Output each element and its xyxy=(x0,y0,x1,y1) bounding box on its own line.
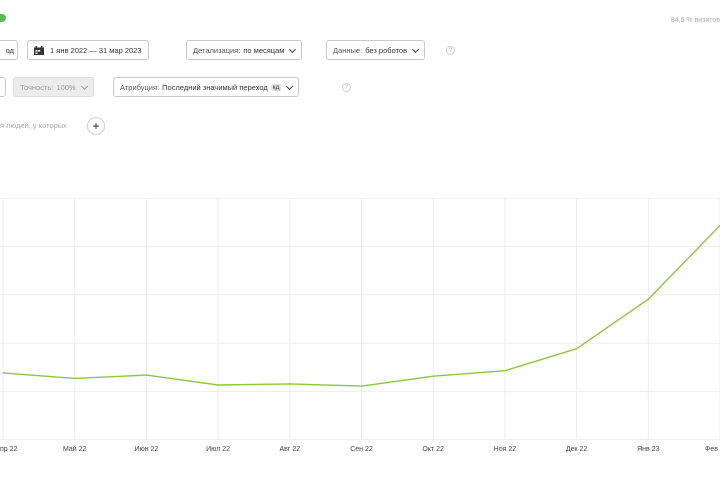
data-point xyxy=(289,383,291,385)
help-icon[interactable]: ? xyxy=(342,83,351,92)
calendar-icon xyxy=(34,45,44,55)
x-tick-label: Ноя 22 xyxy=(493,446,517,453)
period-button-label: од xyxy=(5,45,14,55)
accuracy-label: Точность: xyxy=(20,82,54,92)
x-tick-label: Июл 22 xyxy=(206,446,231,453)
data-point xyxy=(2,372,4,374)
segment-filter-text: я людей, у которых xyxy=(0,121,67,130)
help-icon[interactable]: ? xyxy=(446,46,455,55)
date-range-button[interactable]: 1 янв 2022 — 31 мар 2023 xyxy=(27,40,149,60)
chevron-down-icon xyxy=(286,82,294,90)
x-tick-label: Сен 22 xyxy=(350,446,373,453)
data-point xyxy=(504,370,506,372)
sampling-note: 84,5 % визитов xyxy=(670,17,720,24)
x-tick-label: Май 22 xyxy=(62,446,87,453)
detail-value: по месяцам xyxy=(243,45,285,55)
data-point xyxy=(145,374,147,376)
data-point xyxy=(217,384,219,386)
attribution-dropdown[interactable]: Атрибуция: Последний значимый переход кд xyxy=(113,77,300,97)
data-value: без роботов xyxy=(365,45,408,55)
data-point xyxy=(74,377,76,379)
visits-line-chart xyxy=(0,198,720,440)
add-condition-button[interactable]: + xyxy=(87,117,105,135)
x-tick-label: Дек 22 xyxy=(565,446,588,453)
x-tick-label: Фев xyxy=(705,446,718,453)
x-tick-label: Окт 22 xyxy=(422,446,444,453)
x-tick-label: Янв 23 xyxy=(637,446,660,453)
data-dropdown[interactable]: Данные: без роботов xyxy=(326,40,426,60)
x-tick-label: Июн 22 xyxy=(134,446,159,453)
attribution-label: Атрибуция: xyxy=(120,82,160,92)
accuracy-dropdown[interactable]: Точность: 100% xyxy=(13,77,94,97)
detail-dropdown[interactable]: Детализация: по месяцам xyxy=(186,40,303,60)
data-point xyxy=(576,348,578,350)
detail-label: Детализация: xyxy=(193,45,241,55)
x-tick-label: Авг 22 xyxy=(279,446,301,453)
chevron-down-icon xyxy=(289,45,297,53)
x-tick-label: пр 22 xyxy=(0,446,18,453)
status-accent xyxy=(0,14,6,22)
date-range-label: 1 янв 2022 — 31 мар 2023 xyxy=(50,45,142,55)
chart-grid xyxy=(0,198,720,440)
data-point xyxy=(432,375,434,377)
data-point xyxy=(647,298,649,300)
data-label: Данные: xyxy=(333,45,363,55)
data-point xyxy=(360,385,363,387)
segment-button[interactable] xyxy=(0,77,6,97)
accuracy-value: 100% xyxy=(56,82,76,92)
chevron-down-icon xyxy=(412,45,420,53)
period-button[interactable]: од xyxy=(0,40,18,60)
attribution-badge: кд xyxy=(270,83,282,91)
plus-icon: + xyxy=(92,119,100,133)
attribution-value: Последний значимый переход xyxy=(162,82,268,92)
chevron-down-icon xyxy=(80,82,88,90)
